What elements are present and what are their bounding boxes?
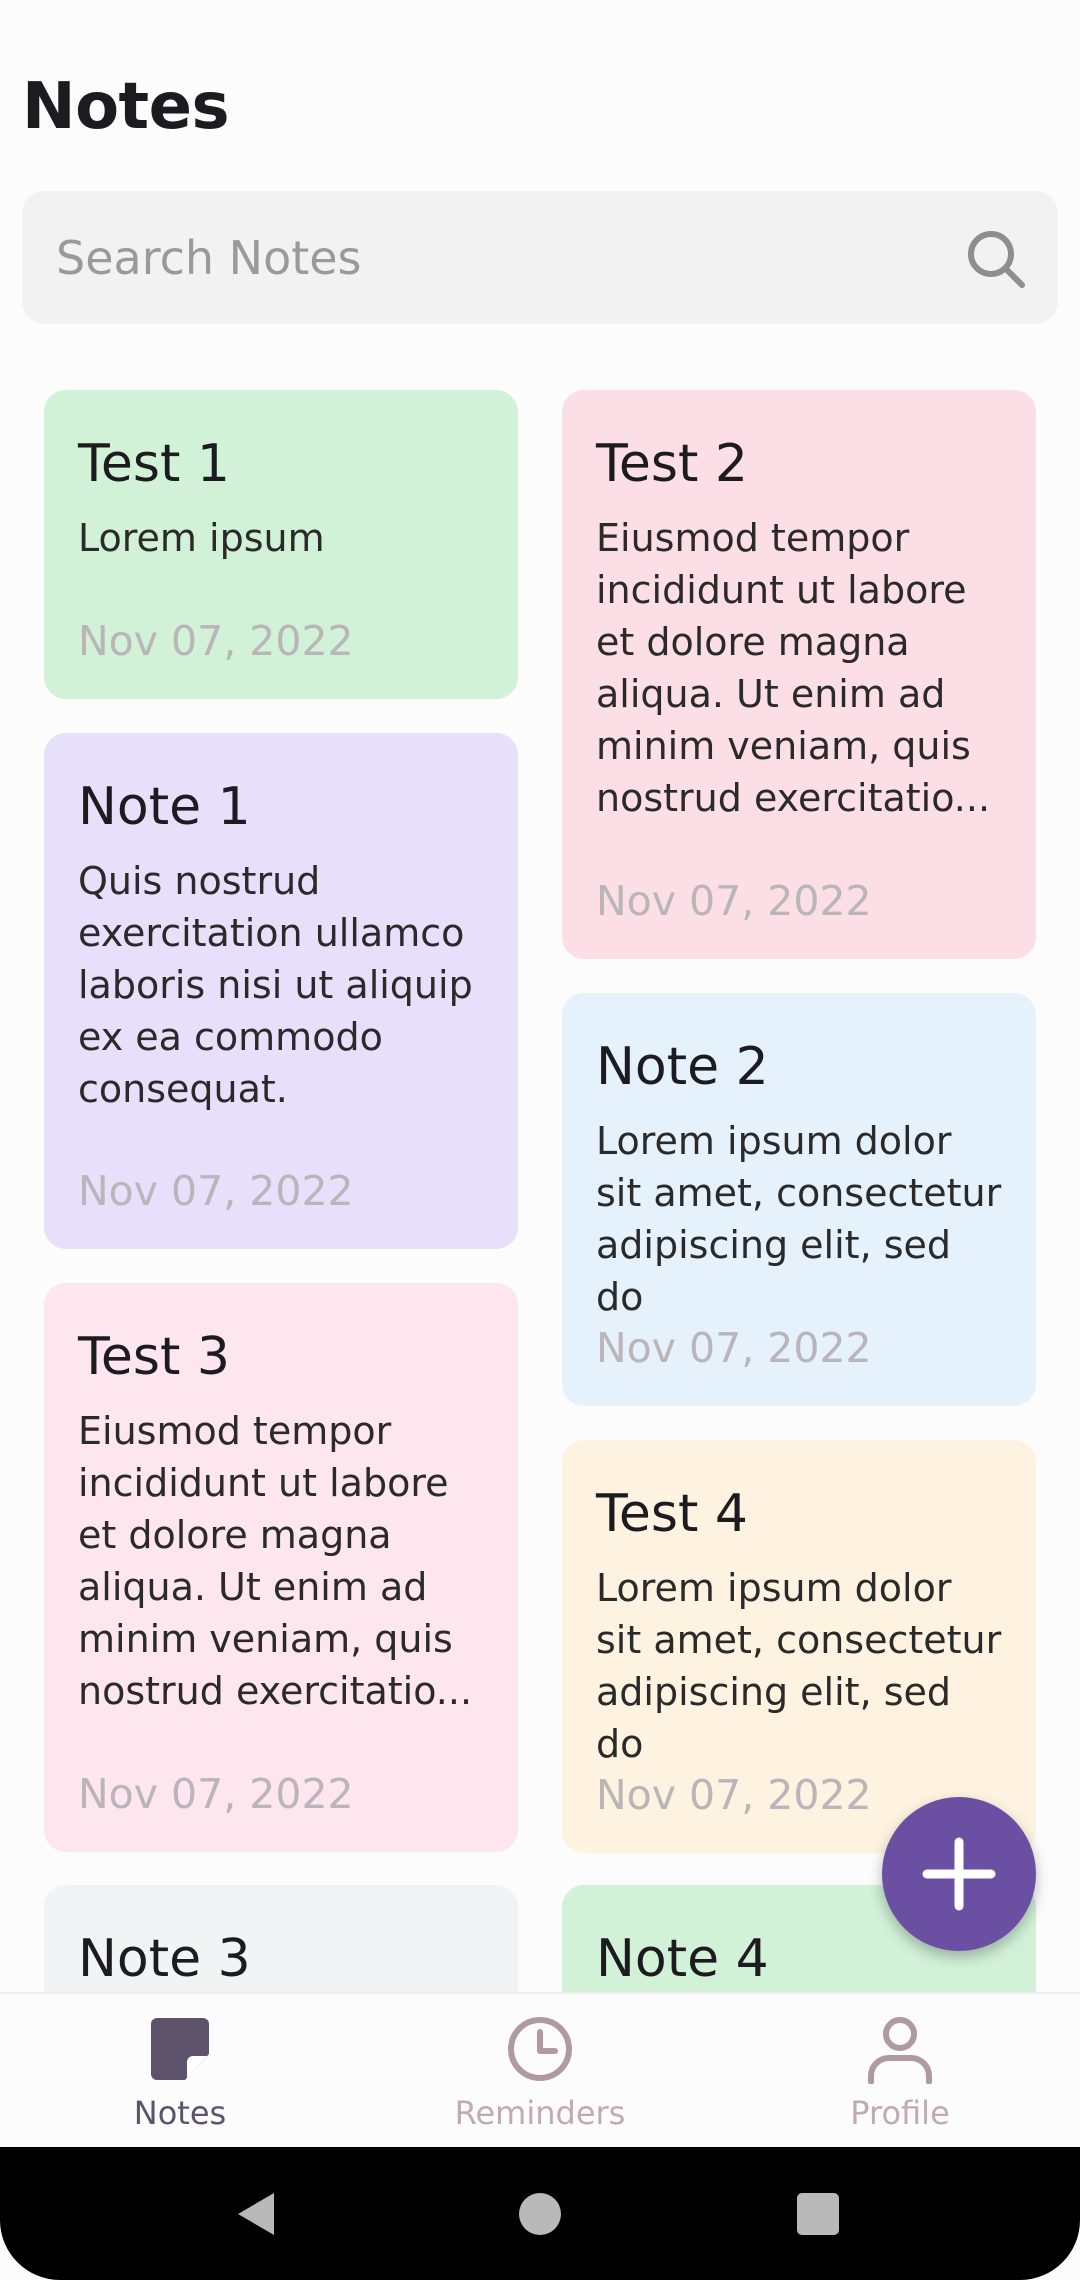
note-card[interactable]: Test 4 Lorem ipsum dolor sit amet, conse… (562, 1440, 1036, 1853)
nav-item-reminders[interactable]: Reminders (410, 1994, 670, 2149)
note-body: Lorem ipsum (78, 516, 325, 560)
note-title: Note 3 (78, 1929, 251, 1989)
note-date: Nov 07, 2022 (596, 877, 872, 925)
search-input[interactable] (56, 191, 936, 324)
nav-item-notes[interactable]: Notes (50, 1994, 310, 2149)
note-title: Test 4 (596, 1484, 749, 1544)
note-title: Test 2 (596, 434, 749, 494)
home-icon[interactable] (505, 2179, 575, 2249)
note-card[interactable]: Note 2 Lorem ipsum dolor sit amet, conse… (562, 993, 1036, 1406)
bottom-navigation: Notes Reminders Profile (0, 1992, 1080, 2149)
note-icon (151, 2018, 209, 2080)
system-navigation-bar (0, 2147, 1080, 2280)
notes-grid: Test 1 Lorem ipsum Nov 07, 2022 Test 2 E… (0, 360, 1080, 1992)
clock-icon (508, 2017, 572, 2081)
note-title: Note 1 (78, 777, 251, 837)
nav-item-profile[interactable]: Profile (770, 1994, 1030, 2149)
recents-icon[interactable] (783, 2179, 853, 2249)
note-body: Eiusmod tempor incididunt ut labore et d… (78, 1409, 473, 1713)
person-icon (868, 2017, 932, 2084)
back-icon[interactable] (222, 2179, 292, 2249)
note-date: Nov 07, 2022 (78, 1770, 354, 1818)
note-card[interactable]: Test 1 Lorem ipsum Nov 07, 2022 (44, 390, 518, 699)
note-body: Lorem ipsum dolor sit amet, consectetur … (596, 1119, 1002, 1319)
nav-label: Reminders (454, 2094, 626, 2132)
note-body: Lorem ipsum dolor sit amet, consectetur … (596, 1566, 1002, 1766)
note-title: Note 2 (596, 1037, 769, 1097)
search-icon[interactable] (964, 227, 1028, 291)
note-date: Nov 07, 2022 (596, 1771, 872, 1819)
note-card[interactable]: Test 3 Eiusmod tempor incididunt ut labo… (44, 1283, 518, 1852)
note-body: Quis nostrud exercitation ullamco labori… (78, 859, 473, 1111)
nav-label: Profile (850, 2094, 950, 2132)
nav-label: Notes (133, 2094, 227, 2132)
add-note-button[interactable] (882, 1797, 1036, 1951)
note-card[interactable]: Note 3 (44, 1885, 518, 1992)
note-date: Nov 07, 2022 (596, 1324, 872, 1372)
note-date: Nov 07, 2022 (78, 1167, 354, 1215)
note-title: Test 1 (78, 434, 231, 494)
plus-icon (922, 1837, 996, 1911)
search-bar[interactable] (22, 191, 1058, 324)
note-card[interactable]: Note 1 Quis nostrud exercitation ullamco… (44, 733, 518, 1249)
note-body: Eiusmod tempor incididunt ut labore et d… (596, 516, 991, 820)
note-card[interactable]: Test 2 Eiusmod tempor incididunt ut labo… (562, 390, 1036, 959)
page-title: Notes (22, 70, 230, 144)
note-title: Test 3 (78, 1327, 231, 1387)
note-date: Nov 07, 2022 (78, 617, 354, 665)
